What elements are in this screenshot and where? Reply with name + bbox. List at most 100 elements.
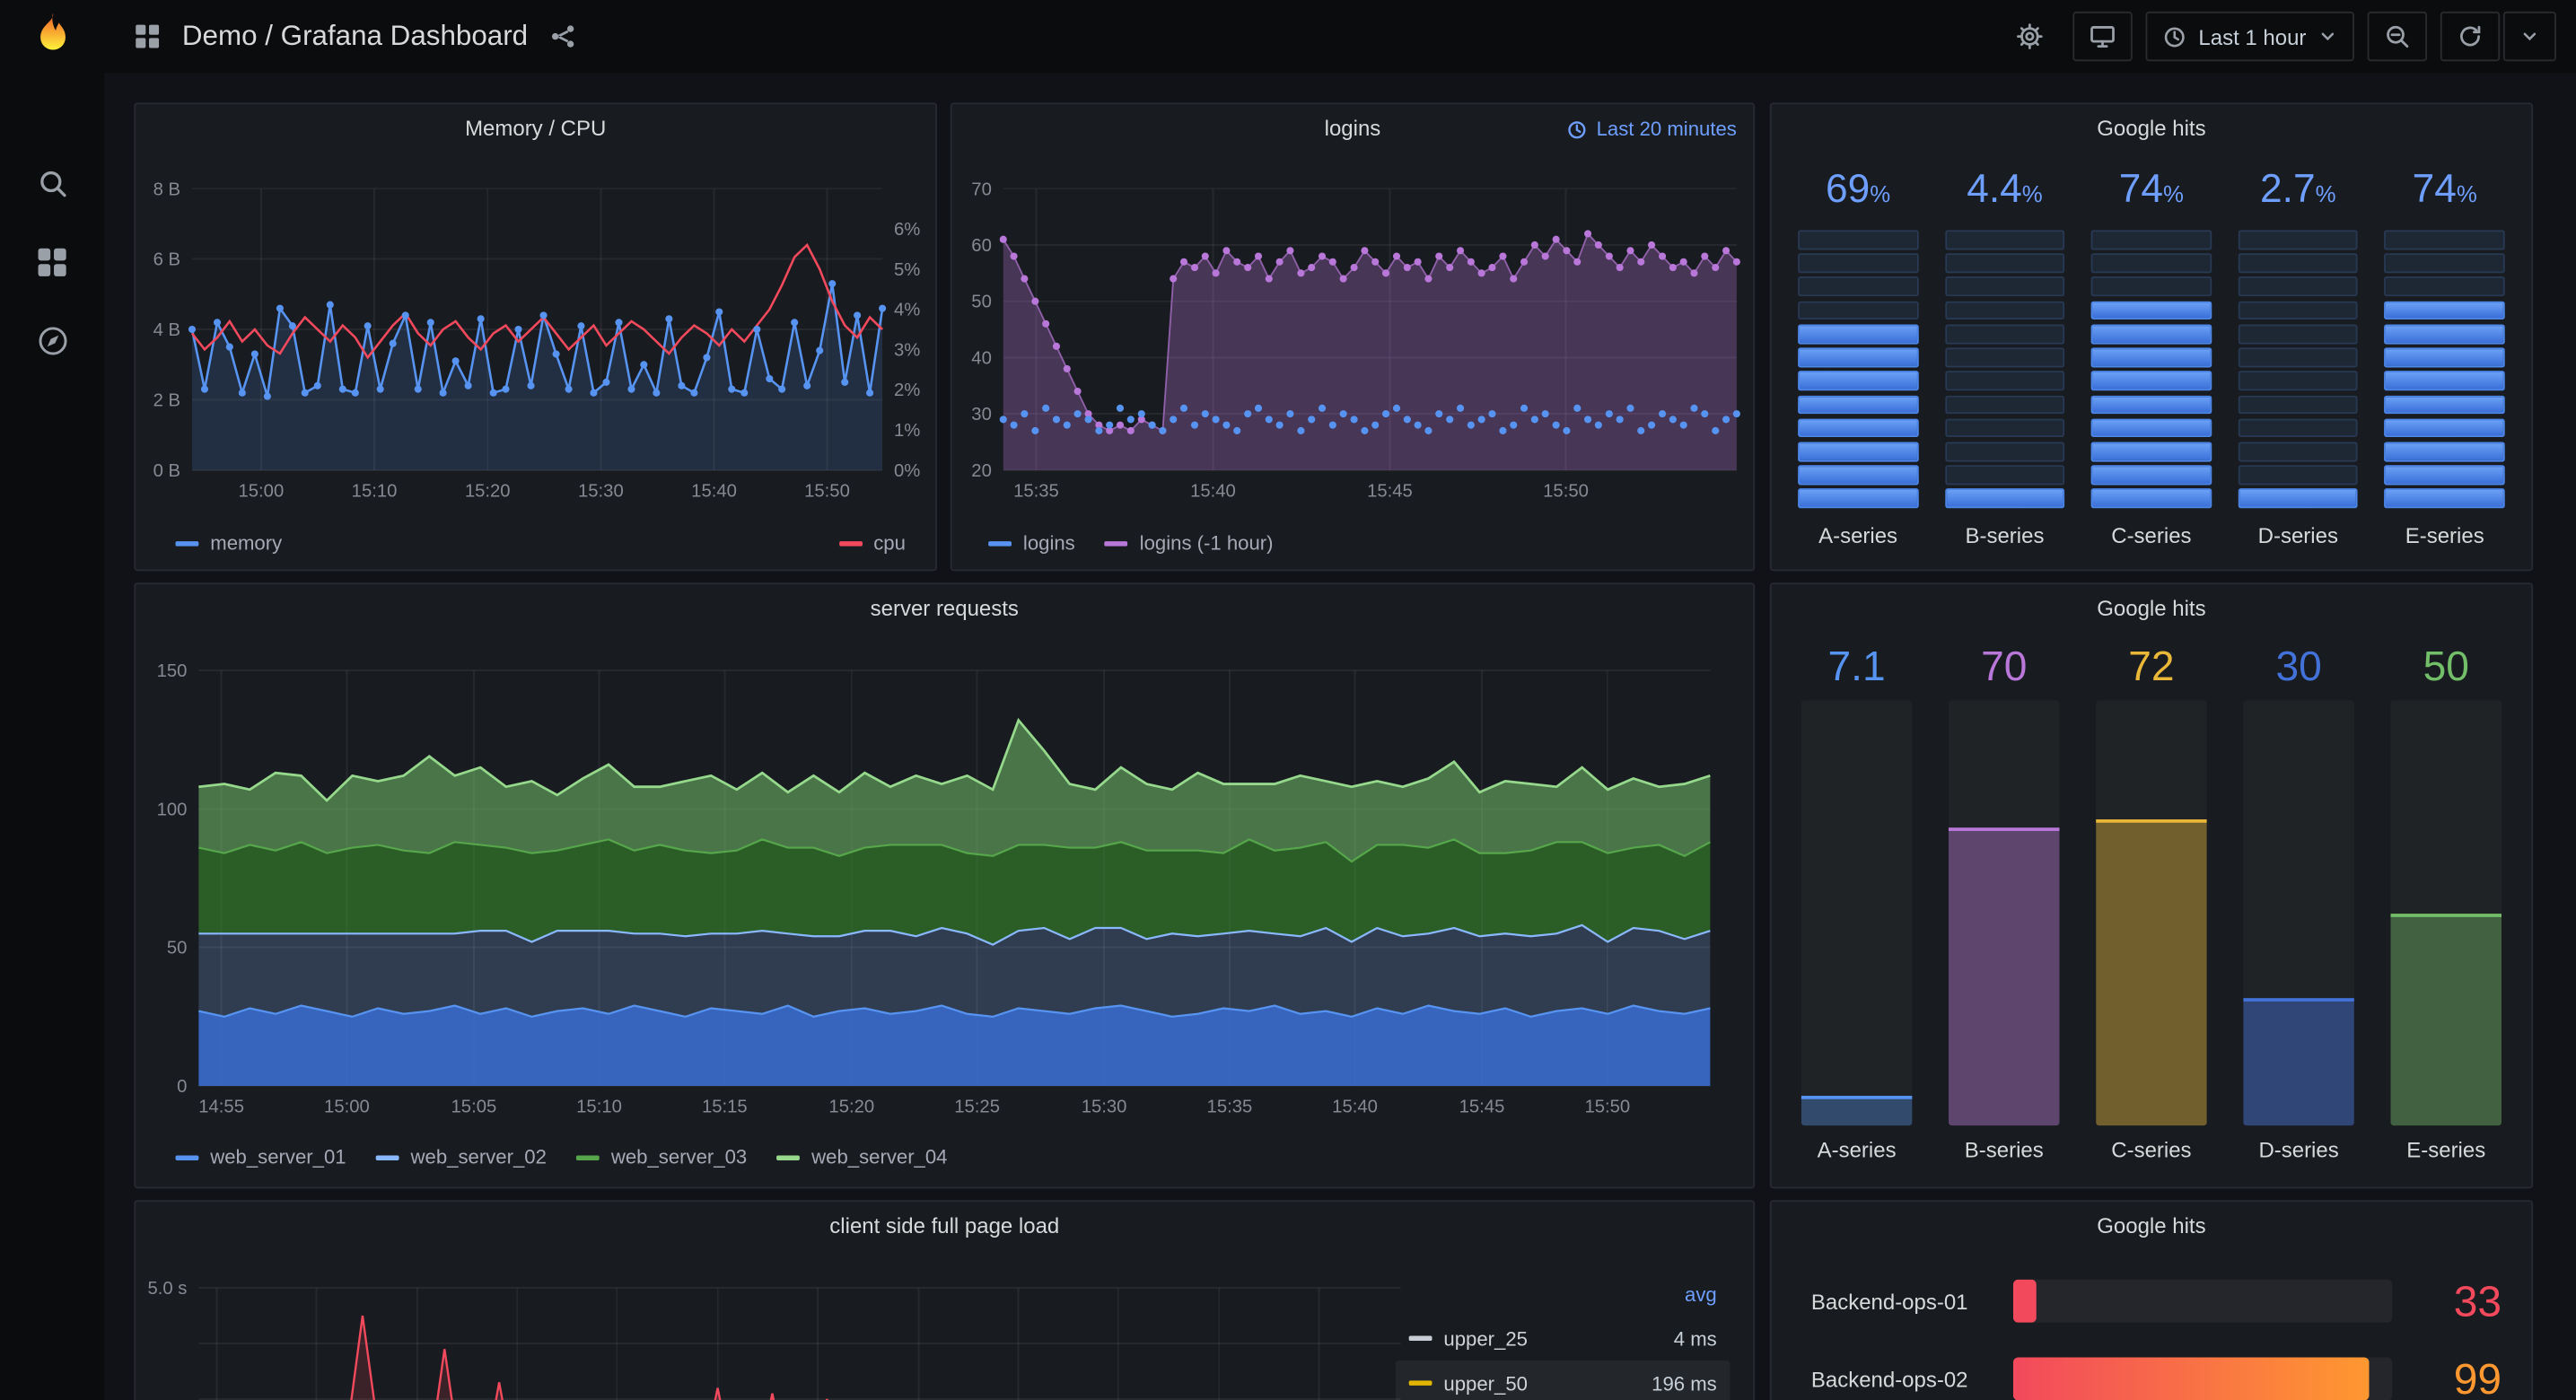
data-point <box>489 389 497 397</box>
legend-item-upper-50[interactable]: upper_50 196 ms <box>1395 1361 1730 1400</box>
panel-title[interactable]: client side full page load <box>136 1202 1753 1248</box>
server-requests-chart[interactable]: 150 100 50 0 14:55 15:00 15:05 15:10 15:15 15:20 1… <box>136 584 1757 1190</box>
y-axis-tick-right: 2% <box>894 381 920 400</box>
hbar-value: 99 <box>2453 1352 2502 1400</box>
data-point <box>1254 404 1263 412</box>
x-axis-tick: 15:00 <box>239 481 285 501</box>
panel-title[interactable]: Google hits <box>1772 584 2532 631</box>
gauge-cell <box>1944 301 2065 320</box>
data-point <box>1488 264 1496 272</box>
y-axis-tick-right: 5% <box>894 260 920 280</box>
data-point <box>1659 252 1667 260</box>
breadcrumb-group: Demo / Grafana Dashboard <box>134 20 575 53</box>
gauge-segments <box>2384 230 2505 509</box>
bar-column-C-series: 72 C-series <box>2092 644 2210 1171</box>
zoom-out-time-button[interactable] <box>2367 11 2428 62</box>
data-point <box>1010 421 1018 429</box>
panel-title[interactable]: Memory / CPU <box>136 104 935 151</box>
data-point <box>1584 230 1592 238</box>
data-point <box>1732 258 1740 266</box>
data-point <box>791 319 799 327</box>
refresh-interval-dropdown[interactable] <box>2502 11 2556 62</box>
legend-item-memory[interactable]: memory <box>175 531 282 555</box>
data-point <box>1328 258 1336 266</box>
panel-server-requests: server requests 150 100 50 0 14:55 15:00 15:05… <box>134 582 1757 1190</box>
panel-title[interactable]: server requests <box>136 584 1753 631</box>
data-point <box>1690 269 1698 277</box>
legend-item-web-server-04[interactable]: web_server_04 <box>776 1145 948 1168</box>
panel-google-hits-bars: Google hits 7.1 A-series 70 B-series 72 C-ser… <box>1769 582 2534 1189</box>
x-axis-tick: 15:45 <box>1459 1098 1505 1117</box>
legend-item-upper-25[interactable]: upper_25 4 ms <box>1396 1316 1730 1361</box>
gauge-cell-lit <box>1798 488 1919 509</box>
data-point <box>1328 421 1336 429</box>
legend-item-web-server-01[interactable]: web_server_01 <box>175 1145 346 1168</box>
gauge-column-D-series: 2.7% D-series <box>2235 167 2361 553</box>
search-icon[interactable] <box>36 167 69 200</box>
data-point <box>276 304 284 312</box>
gauge-cell-lit <box>2090 371 2212 391</box>
x-axis-tick: 15:45 <box>1367 481 1413 501</box>
data-point <box>1371 258 1380 266</box>
legend-item-logins[interactable]: logins <box>988 531 1075 555</box>
data-point <box>213 319 222 327</box>
gauge-cell <box>1944 442 2065 461</box>
x-axis-tick: 15:10 <box>352 481 398 501</box>
data-point <box>527 381 535 389</box>
stack-band-web_server_03 <box>198 839 1711 945</box>
data-point <box>866 389 874 397</box>
y-axis-tick: 0 <box>177 1077 187 1097</box>
data-point <box>627 385 635 393</box>
breadcrumb[interactable]: Demo / Grafana Dashboard <box>182 20 528 53</box>
data-point <box>1477 416 1485 424</box>
top-navbar: Demo / Grafana Dashboard Last 1 hour <box>104 0 2576 74</box>
legend-item-web-server-03[interactable]: web_server_03 <box>576 1145 747 1168</box>
dashboards-grid-icon[interactable] <box>36 247 69 278</box>
data-point <box>766 374 774 383</box>
data-point <box>577 322 585 330</box>
data-point <box>1659 410 1667 418</box>
y-axis-tick: 0 B <box>153 461 180 481</box>
gauge-cell-lit <box>2384 418 2505 438</box>
refresh-button[interactable] <box>2440 11 2501 62</box>
panel-title[interactable]: Google hits <box>1772 104 2532 151</box>
cycle-view-mode-button[interactable] <box>2072 11 2133 62</box>
share-icon[interactable] <box>549 23 576 50</box>
data-point <box>1616 264 1624 272</box>
data-point <box>1170 416 1178 424</box>
gauge-cell <box>2238 465 2359 486</box>
gauge-cell-lit <box>2090 394 2212 415</box>
dashboard-settings-button[interactable] <box>2000 12 2059 61</box>
bar-value: 30 <box>2275 643 2322 691</box>
gauge-cell <box>2238 301 2359 320</box>
gauge-cell <box>1944 324 2065 344</box>
dashboard-grid-icon[interactable] <box>134 23 161 50</box>
legend-item-cpu[interactable]: cpu <box>838 531 906 555</box>
time-range-picker[interactable]: Last 1 hour <box>2145 11 2354 62</box>
legend-avg-header[interactable]: avg <box>1685 1282 1717 1306</box>
data-point <box>1159 426 1167 434</box>
legend-item-web-server-02[interactable]: web_server_02 <box>375 1145 547 1168</box>
bar-value: 7.1 <box>1827 643 1886 691</box>
data-point <box>1063 364 1071 373</box>
data-point <box>1371 421 1380 429</box>
bar-fill <box>1801 1095 1913 1126</box>
explore-compass-icon[interactable] <box>36 325 69 358</box>
bar-fill <box>1948 827 2060 1126</box>
gauge-cell <box>2238 230 2359 249</box>
data-point <box>1201 252 1209 260</box>
data-point <box>1010 252 1018 260</box>
data-point <box>1073 387 1082 396</box>
legend-item-logins-1-hour[interactable]: logins (-1 hour) <box>1104 531 1274 555</box>
data-point <box>439 389 447 397</box>
data-point <box>1361 426 1369 434</box>
panel-time-override[interactable]: Last 20 minutes <box>1566 118 1737 141</box>
panel-title[interactable]: Google hits <box>1772 1202 2532 1248</box>
grafana-logo[interactable] <box>24 8 81 65</box>
y-axis-tick-right: 1% <box>894 421 920 441</box>
y-axis-tick: 30 <box>971 405 992 424</box>
data-point <box>1116 421 1125 429</box>
data-point <box>338 385 346 393</box>
logins-chart[interactable]: 70 60 50 40 30 20 15:35 15:40 15:45 15:50 <box>952 104 1757 573</box>
memory-cpu-chart[interactable]: 8 B 6 B 4 B 2 B 0 B 6% 5% 4% 3% 2% 1% 0% 15:00 15:10 1… <box>136 104 939 573</box>
